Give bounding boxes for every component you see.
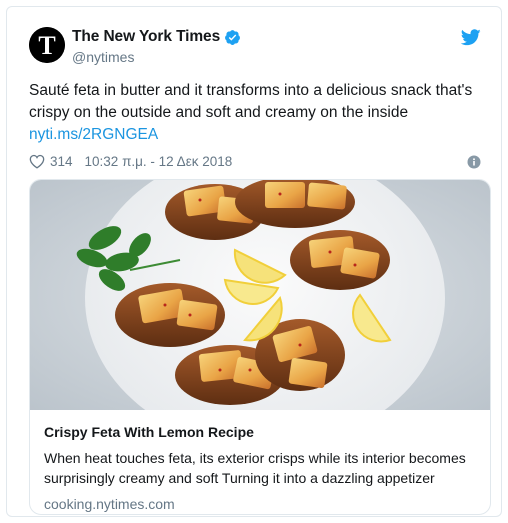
- like-count[interactable]: 314: [50, 154, 73, 169]
- twitter-bird-icon[interactable]: [461, 29, 481, 46]
- tweet-text: Sauté feta in butter and it transforms i…: [29, 82, 473, 121]
- author-name-row[interactable]: The New York Times: [72, 28, 241, 46]
- display-name[interactable]: The New York Times: [72, 28, 220, 46]
- author-handle[interactable]: @nytimes: [72, 49, 134, 65]
- tweet-meta: 314 10:32 π.μ. - 12 Δεκ 2018: [29, 154, 232, 169]
- heart-icon[interactable]: [29, 154, 45, 169]
- card-description: When heat touches feta, its exterior cri…: [44, 450, 466, 486]
- avatar[interactable]: T: [29, 27, 65, 63]
- verified-badge-icon: [225, 29, 241, 45]
- nyt-logo-icon: T: [29, 27, 65, 63]
- card-body[interactable]: Crispy Feta With Lemon Recipe When heat …: [30, 410, 490, 512]
- card-title[interactable]: Crispy Feta With Lemon Recipe: [44, 424, 478, 440]
- tweet-embed: T The New York Times @nytimes Sauté feta…: [6, 6, 502, 517]
- timestamp[interactable]: 10:32 π.μ. - 12 Δεκ 2018: [85, 154, 233, 169]
- info-icon[interactable]: [467, 155, 481, 169]
- tweet-link[interactable]: nyti.ms/2RGNGEA: [29, 124, 158, 146]
- svg-text:T: T: [38, 31, 55, 60]
- card-domain[interactable]: cooking.nytimes.com: [44, 496, 478, 512]
- card-image[interactable]: [30, 180, 490, 410]
- link-card[interactable]: Crispy Feta With Lemon Recipe When heat …: [29, 179, 491, 515]
